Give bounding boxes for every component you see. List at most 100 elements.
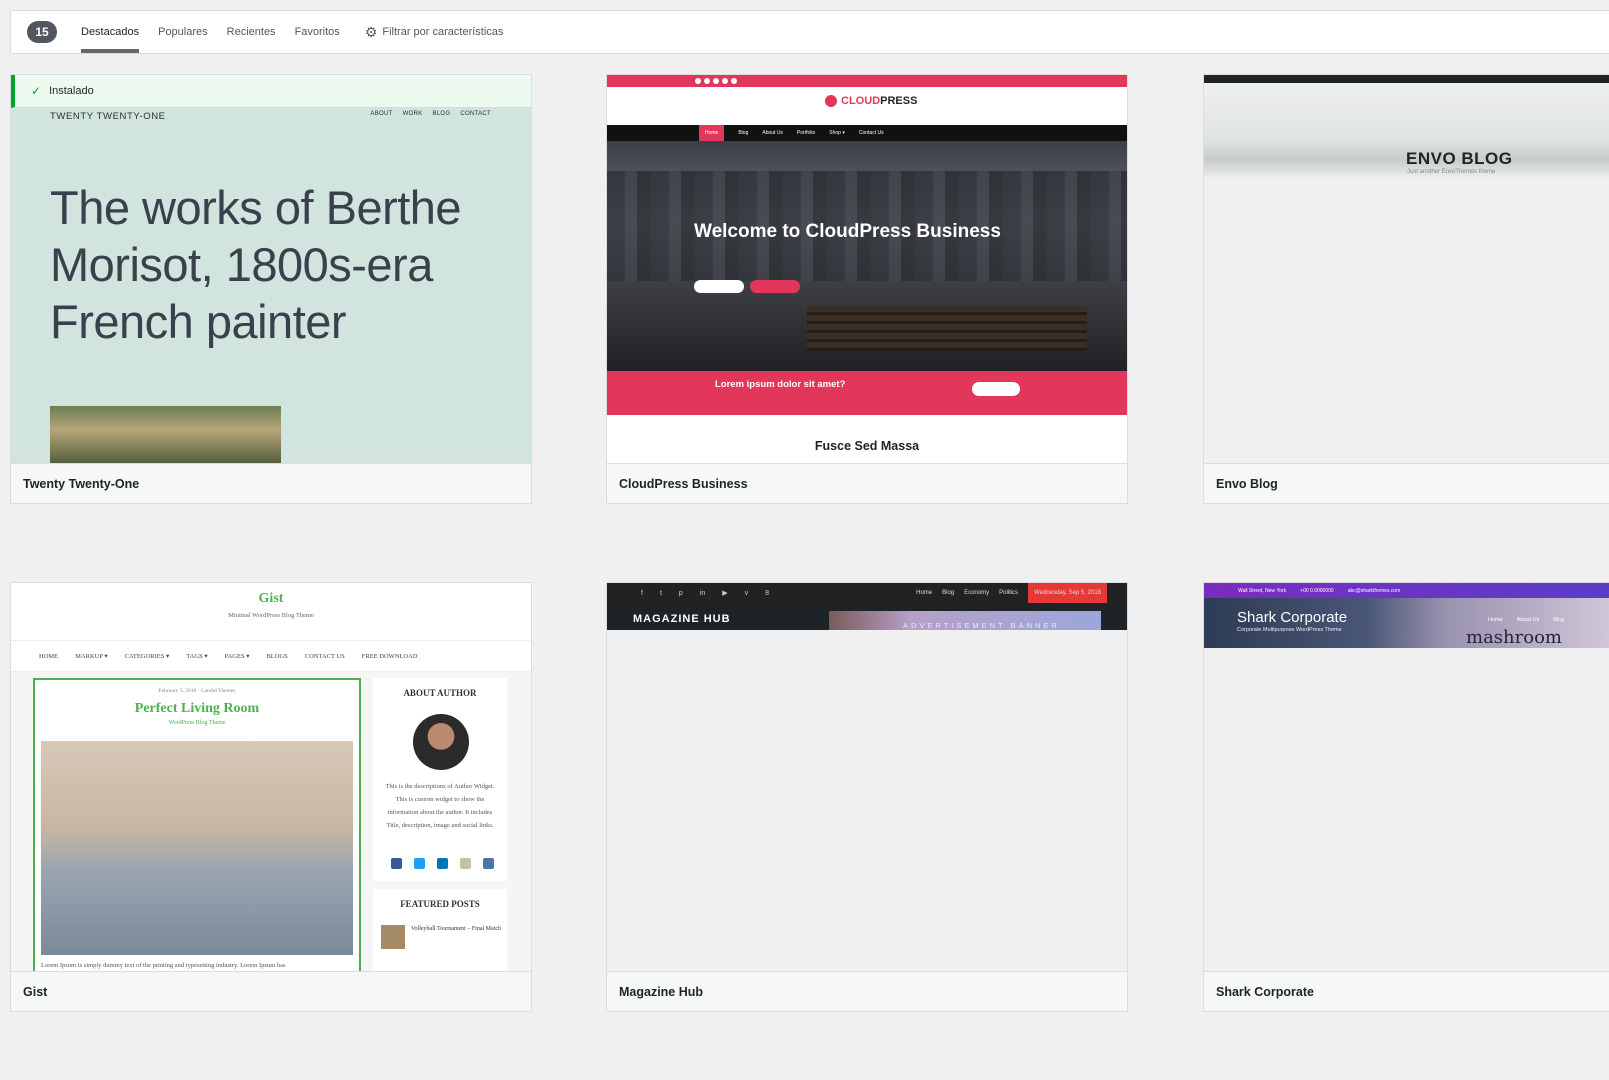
bench-image — [807, 306, 1087, 351]
preview-top-bar — [1204, 75, 1609, 83]
theme-card-gist[interactable]: Gist Minimal WordPress Blog Theme HOME M… — [10, 582, 532, 1012]
preview-nav-item: About Us — [1516, 617, 1540, 623]
social-icon — [731, 78, 737, 84]
preview-post-meta: February 5, 2018 · Candid Themes — [158, 688, 236, 694]
preview-email: abc@sharkthemes.com — [1347, 587, 1401, 594]
featured-post-title: Volleyball Tournament – Final Match — [411, 926, 502, 932]
widget-text: This is the descriptions of Author Widge… — [385, 783, 495, 829]
feature-filter-label: Filtrar por características — [382, 26, 504, 38]
preview-featured-widget: FEATURED POSTS Volleyball Tournament – F… — [373, 889, 507, 973]
theme-screenshot[interactable]: ENVO BLOG Just another EnvoThemes theme — [1204, 75, 1609, 465]
theme-filter-bar: 15 Destacados Populares Recientes Favori… — [10, 10, 1609, 54]
preview-site-tagline: Corporate Multipurpose WordPress Theme — [1237, 627, 1342, 633]
preview-top-bar — [607, 75, 1127, 87]
shark-corporate-preview: Wall Street, New York +00 0.0000000 abc@… — [1204, 583, 1609, 973]
theme-name[interactable]: Gist — [11, 971, 531, 1011]
preview-callout-title: Lorem ipsum dolor sit amet? — [715, 379, 846, 390]
social-icon — [695, 78, 701, 84]
preview-section-title: Fusce Sed Massa — [814, 439, 920, 453]
preview-nav-item: TAGS ▾ — [186, 653, 208, 660]
preview-phone: +00 0.0000000 — [1300, 587, 1334, 594]
living-room-image — [41, 741, 353, 955]
filter-link-recent[interactable]: Recientes — [227, 11, 276, 53]
filter-link-featured[interactable]: Destacados — [81, 11, 140, 53]
theme-card-twenty-twenty-one[interactable]: TWENTY TWENTY-ONE ABOUT WORK BLOG CONTAC… — [10, 74, 532, 504]
preview-nav: Home Blog About Us Portfolio Shop ▾ Cont… — [607, 125, 1127, 141]
preview-nav-item: Portfolio — [796, 130, 816, 136]
preview-nav-item: About Us — [762, 130, 783, 136]
preview-logo: MAGAZINE HUB — [633, 613, 731, 625]
preview-nav-item: PAGES ▾ — [224, 653, 250, 660]
preview-nav-item: ABOUT — [370, 111, 393, 117]
theme-card-shark-corporate[interactable]: Wall Street, New York +00 0.0000000 abc@… — [1203, 582, 1609, 1012]
preview-nav-item: WORK — [402, 111, 423, 117]
theme-card-cloudpress-business[interactable]: CLOUDPRESS Home Blog About Us Portfolio … — [606, 74, 1128, 504]
theme-name[interactable]: Twenty Twenty-One — [11, 463, 531, 503]
preview-top-bar: Wall Street, New York +00 0.0000000 abc@… — [1204, 583, 1609, 598]
preview-nav-item: Shop ▾ — [829, 130, 845, 136]
facebook-icon — [391, 858, 402, 869]
preview-post-title: Perfect Living Room — [134, 701, 260, 716]
preview-nav: Home Blog Economy Politics Wednesday, Se… — [916, 583, 1107, 603]
featured-post-thumbnail — [381, 925, 405, 949]
vimeo-icon: v — [744, 589, 749, 597]
preview-nav-item: FREE DOWNLOAD — [361, 652, 418, 660]
preview-post-excerpt: Lorem Ipsum is simply dummy text of the … — [41, 962, 286, 969]
preview-site-title: TWENTY TWENTY-ONE — [50, 111, 166, 122]
preview-hero-title: Welcome to CloudPress Business — [694, 221, 1001, 242]
preview-brand-text: mashroom — [1466, 627, 1562, 648]
envo-blog-preview: ENVO BLOG Just another EnvoThemes theme — [1204, 75, 1609, 465]
theme-name[interactable]: Magazine Hub — [607, 971, 1127, 1011]
filter-links: Destacados Populares Recientes Favoritos — [81, 11, 359, 53]
preview-nav-item: BLOG — [432, 111, 451, 117]
widget-heading: ABOUT AUTHOR — [403, 688, 477, 698]
preview-site-title: Shark Corporate — [1237, 609, 1348, 626]
social-icon — [713, 78, 719, 84]
linkedin-icon — [437, 858, 448, 869]
preview-logo: Gist — [258, 591, 284, 606]
advertisement-banner-text: ADVERTISEMENT BANNER — [903, 621, 1060, 630]
preview-nav-item: MARKUP ▾ — [75, 653, 108, 660]
cloudpress-preview: CLOUDPRESS Home Blog About Us Portfolio … — [607, 75, 1127, 465]
preview-nav-item: Contact Us — [858, 130, 884, 136]
preview-site-title: ENVO BLOG — [1406, 149, 1513, 168]
instagram-icon — [460, 858, 471, 869]
social-links — [391, 858, 494, 869]
preview-nav: ABOUT WORK BLOG CONTACT — [370, 111, 491, 117]
theme-name[interactable]: CloudPress Business — [607, 463, 1127, 503]
filter-link-popular[interactable]: Populares — [158, 11, 208, 53]
preview-site-tagline: Just another EnvoThemes theme — [1407, 169, 1496, 175]
twenty-twenty-one-preview: TWENTY TWENTY-ONE ABOUT WORK BLOG CONTAC… — [11, 75, 531, 465]
theme-count-badge: 15 — [27, 21, 57, 43]
preview-date: Wednesday, Sep 5, 2018 — [1028, 583, 1107, 603]
preview-nav-item: Blog — [1553, 617, 1565, 623]
preview-nav-item: CONTACT US — [304, 652, 345, 660]
social-icon — [704, 78, 710, 84]
theme-name[interactable]: Envo Blog — [1204, 463, 1609, 503]
social-icon — [722, 78, 728, 84]
youtube-icon: ▶ — [722, 590, 728, 597]
preview-nav: Home About Us Blog — [1488, 617, 1564, 623]
preview-post: February 5, 2018 · Candid Themes Perfect… — [33, 678, 361, 973]
theme-screenshot[interactable]: CLOUDPRESS Home Blog About Us Portfolio … — [607, 75, 1127, 465]
feature-filter-button[interactable]: ⚙ Filtrar por características — [365, 25, 504, 39]
theme-name[interactable]: Shark Corporate — [1204, 971, 1609, 1011]
theme-card-magazine-hub[interactable]: f t p in ▶ v 8 Home Blog Economy Politic… — [606, 582, 1128, 1012]
preview-tagline: Minimal WordPress Blog Theme — [228, 612, 314, 619]
preview-nav-item: Home — [916, 590, 933, 596]
installed-label: Instalado — [49, 85, 94, 97]
theme-card-envo-blog[interactable]: ENVO BLOG Just another EnvoThemes theme … — [1203, 74, 1609, 504]
more-icon: 8 — [765, 589, 770, 597]
theme-screenshot[interactable]: f t p in ▶ v 8 Home Blog Economy Politic… — [607, 583, 1127, 973]
preview-nav-item: CONTACT — [460, 111, 491, 117]
preview-painting-image — [50, 406, 281, 465]
preview-nav-item: Economy — [964, 590, 990, 596]
theme-screenshot[interactable]: TWENTY TWENTY-ONE ABOUT WORK BLOG CONTAC… — [11, 75, 531, 465]
checkmark-icon: ✓ — [31, 84, 42, 98]
widget-heading: FEATURED POSTS — [400, 899, 480, 909]
preview-callout-band: Lorem ipsum dolor sit amet? — [607, 371, 1127, 415]
theme-screenshot[interactable]: Wall Street, New York +00 0.0000000 abc@… — [1204, 583, 1609, 973]
preview-about-widget: ABOUT AUTHOR This is the descriptions of… — [373, 678, 507, 881]
filter-link-favorites[interactable]: Favoritos — [295, 11, 340, 53]
theme-screenshot[interactable]: Gist Minimal WordPress Blog Theme HOME M… — [11, 583, 531, 973]
